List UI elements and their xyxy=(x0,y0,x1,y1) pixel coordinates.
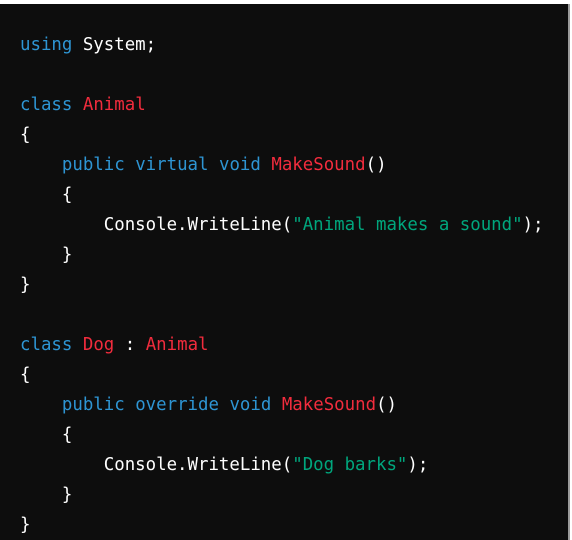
code-token: } xyxy=(20,485,73,505)
code-line: { xyxy=(20,420,544,450)
code-token: void xyxy=(229,395,272,415)
code-line: Console.WriteLine("Dog barks"); xyxy=(20,450,544,480)
code-token: using xyxy=(20,35,73,55)
code-content: using System; class Animal { public virtua… xyxy=(20,30,544,540)
code-token: Dog xyxy=(82,335,115,355)
code-token: System; xyxy=(72,35,157,55)
code-line: class Animal xyxy=(20,90,544,120)
code-token: class xyxy=(20,335,73,355)
code-line: } xyxy=(20,240,544,270)
code-token: { xyxy=(20,185,73,205)
code-token: } xyxy=(20,515,31,535)
code-block: using System; class Animal { public virtua… xyxy=(0,4,570,540)
code-token: : xyxy=(114,335,146,355)
code-token: } xyxy=(20,275,31,295)
code-token: ); xyxy=(407,455,429,475)
code-token: () xyxy=(365,155,387,175)
code-line: { xyxy=(20,360,544,390)
code-token: MakeSound xyxy=(271,155,366,175)
code-line: using System; xyxy=(20,30,544,60)
code-token: virtual xyxy=(135,155,209,175)
code-line: Console.WriteLine("Animal makes a sound"… xyxy=(20,210,544,240)
code-token: public xyxy=(61,395,125,415)
code-token: Console.WriteLine( xyxy=(20,455,293,475)
code-line: public virtual void MakeSound() xyxy=(20,150,544,180)
code-token: MakeSound xyxy=(281,395,377,415)
code-token: Animal xyxy=(82,95,146,115)
code-line: public override void MakeSound() xyxy=(20,390,544,420)
code-token: "Animal makes a sound" xyxy=(292,215,523,235)
code-token: { xyxy=(20,125,31,145)
code-line: } xyxy=(20,510,544,540)
code-token: public xyxy=(61,155,125,175)
code-token: "Dog barks" xyxy=(292,455,408,475)
code-line: { xyxy=(20,180,544,210)
code-token: } xyxy=(20,245,73,265)
code-token: void xyxy=(218,155,261,175)
code-token: Console.WriteLine( xyxy=(20,215,293,235)
code-line: { xyxy=(20,120,544,150)
code-token: ); xyxy=(522,215,544,235)
code-line: class Dog : Animal xyxy=(20,330,544,360)
code-line: } xyxy=(20,270,544,300)
code-token: () xyxy=(376,395,398,415)
code-token: Animal xyxy=(145,335,209,355)
code-token: { xyxy=(20,365,31,385)
code-token: { xyxy=(20,425,73,445)
code-line: } xyxy=(20,480,544,510)
code-token: override xyxy=(135,395,219,415)
code-token: class xyxy=(20,95,73,115)
